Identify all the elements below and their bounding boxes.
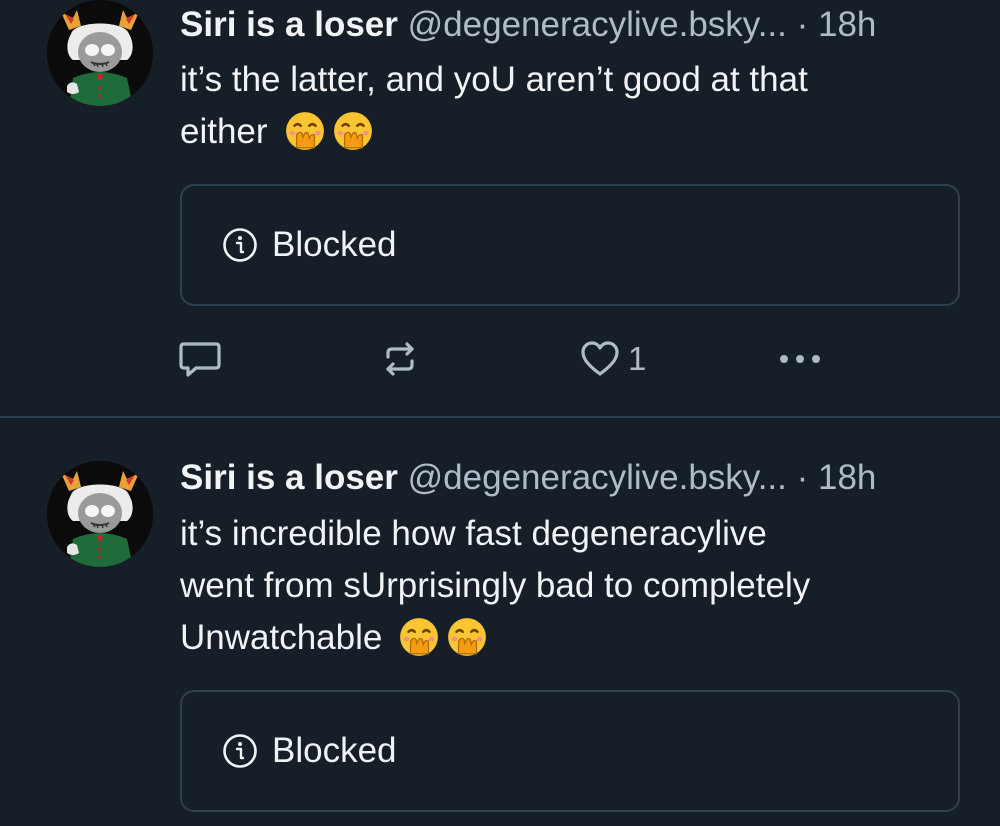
handle[interactable]: @degeneracylive.bsky... [408, 458, 787, 497]
post-text-line: it’s incredible how fast degeneracylive [180, 514, 767, 553]
post-text: it’s incredible how fast degeneracylive … [180, 508, 960, 664]
quote-content: Blocked [222, 692, 397, 810]
handle[interactable]: @degeneracylive.bsky... [408, 5, 787, 44]
quote-card-blocked[interactable]: Blocked [180, 184, 960, 306]
more-icon [780, 355, 820, 363]
separator: · [796, 458, 809, 497]
post-text-line: it’s the latter, and yoU aren’t good at … [180, 60, 808, 99]
info-icon [223, 734, 257, 768]
quote-card-blocked[interactable]: Blocked [180, 690, 960, 812]
display-name[interactable]: Siri is a loser [180, 458, 398, 497]
avatar[interactable] [47, 461, 153, 567]
post-text-line-with-emoji: either [180, 106, 960, 158]
like-button[interactable]: 1 [580, 336, 646, 382]
timestamp[interactable]: 18h [818, 458, 876, 497]
quote-label: Blocked [272, 225, 397, 264]
face-with-hand-over-mouth-icon [400, 618, 439, 656]
post-2[interactable]: Siri is a loser @degeneracylive.bsky... … [0, 418, 1000, 826]
post-text-line: Unwatchable [180, 618, 383, 657]
info-icon [223, 228, 257, 262]
face-with-hand-over-mouth-icon [285, 112, 324, 150]
post-text: it’s the latter, and yoU aren’t good at … [180, 54, 960, 158]
timestamp[interactable]: 18h [818, 5, 876, 44]
post-header: Siri is a loser @degeneracylive.bsky... … [180, 0, 970, 50]
avatar[interactable] [47, 0, 153, 106]
reply-icon [179, 342, 221, 377]
more-options-button[interactable] [775, 336, 825, 382]
post-text-line-with-emoji: Unwatchable [180, 612, 960, 664]
heart-icon [581, 341, 619, 376]
quote-content: Blocked [222, 186, 397, 304]
face-with-hand-over-mouth-icon [448, 618, 487, 656]
display-name[interactable]: Siri is a loser [180, 5, 398, 44]
quote-label: Blocked [272, 731, 397, 770]
like-count: 1 [628, 340, 647, 377]
post-1[interactable]: Siri is a loser @degeneracylive.bsky... … [0, 0, 1000, 416]
post-text-line: went from sUrprisingly bad to completely [180, 566, 811, 605]
repost-button[interactable] [380, 336, 420, 382]
separator: · [796, 5, 809, 44]
post-text-line: either [180, 112, 268, 151]
post-header: Siri is a loser @degeneracylive.bsky... … [180, 453, 970, 503]
reply-button[interactable] [178, 336, 222, 382]
face-with-hand-over-mouth-icon [333, 112, 372, 150]
post-actions: 1 [0, 336, 1000, 382]
repost-icon [386, 342, 414, 376]
